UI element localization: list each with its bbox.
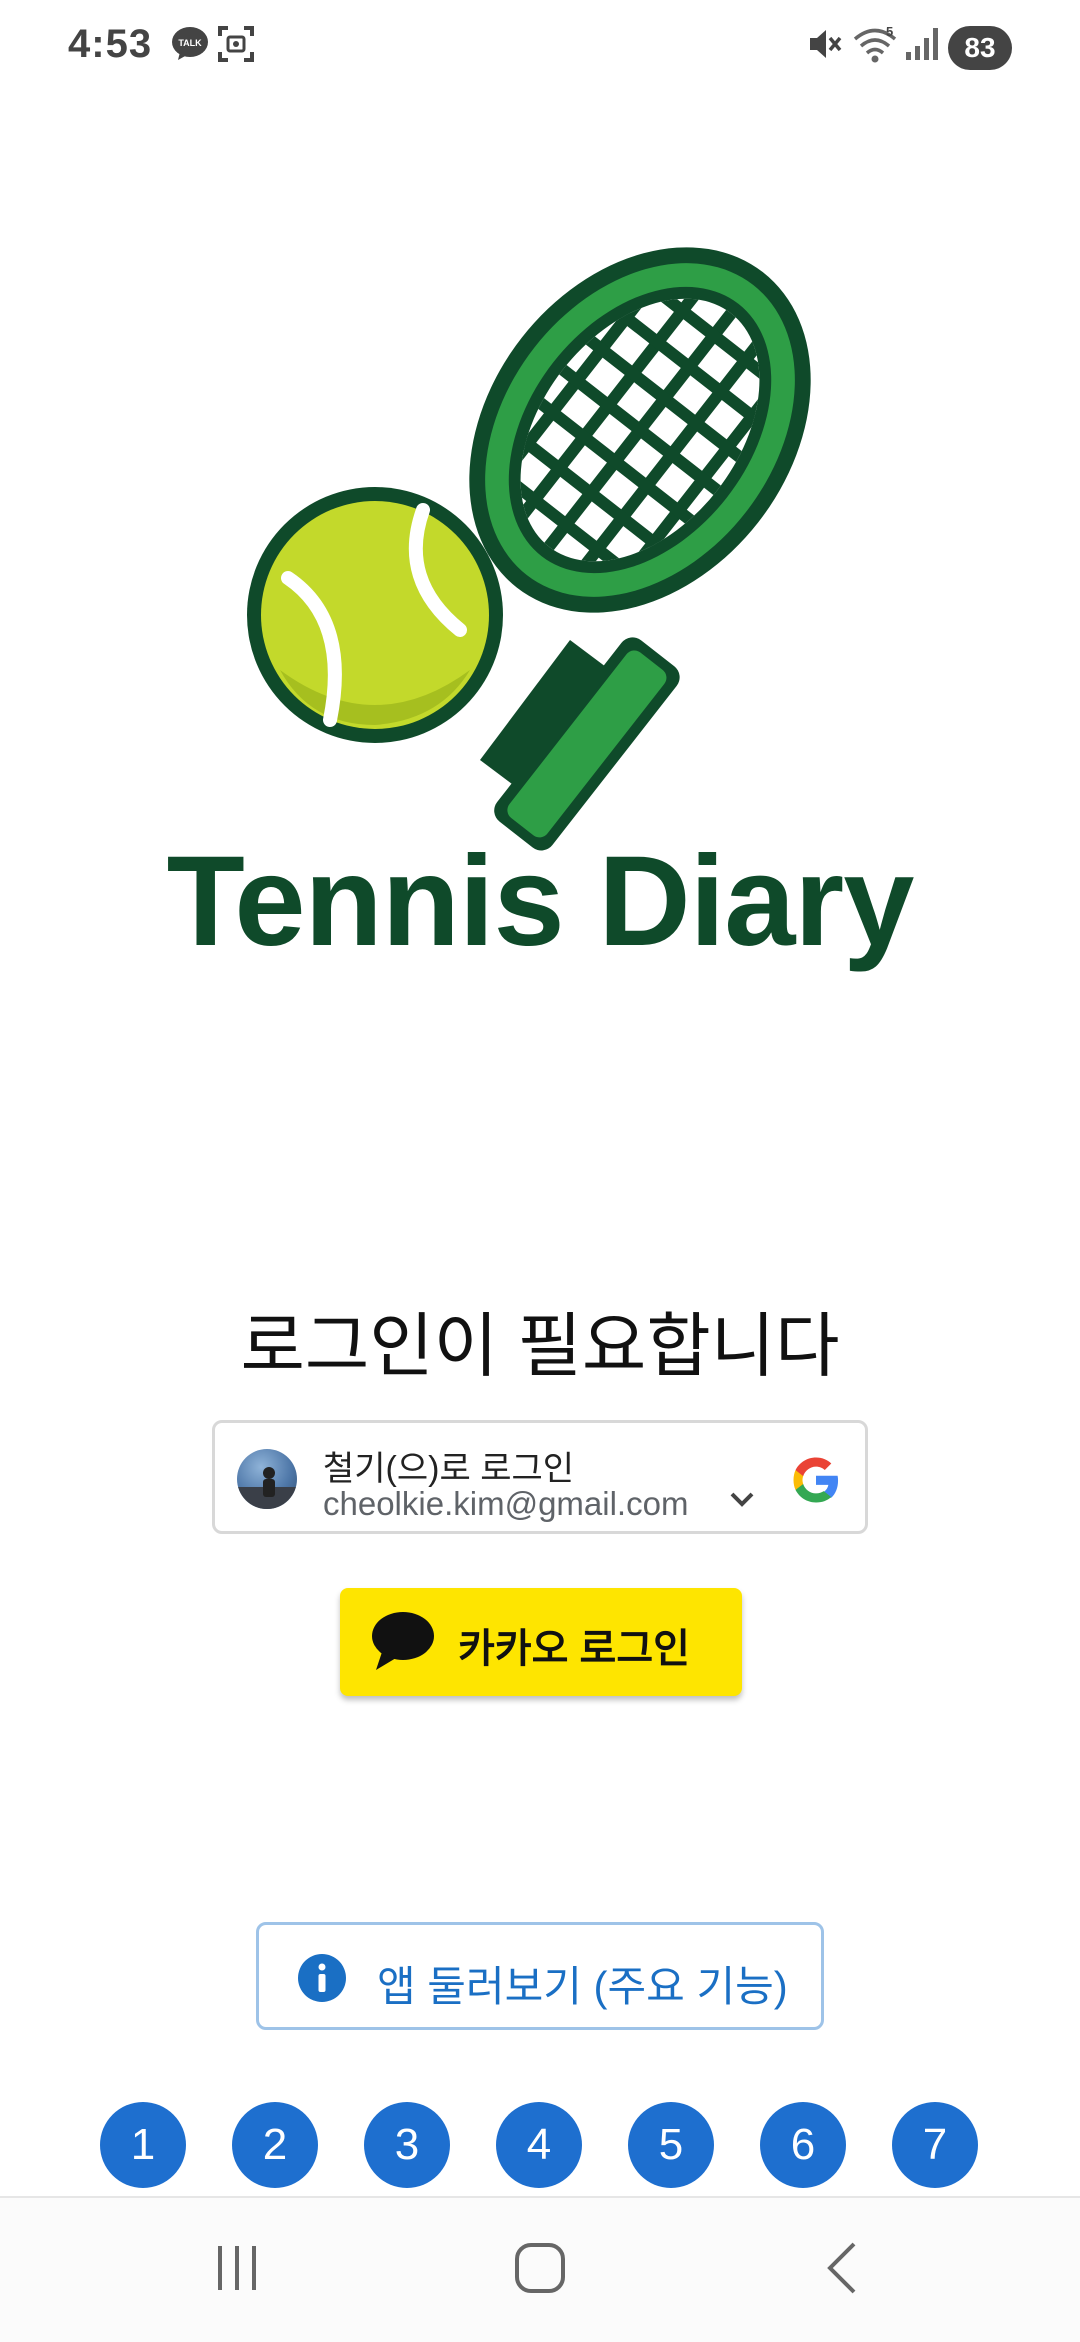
step-1-button[interactable]: 1 (100, 2102, 186, 2188)
kakao-speech-bubble-icon (372, 1612, 434, 1670)
app-tour-button[interactable]: 앱 둘러보기 (주요 기능) (256, 1922, 824, 2030)
step-2-button[interactable]: 2 (232, 2102, 318, 2188)
system-navigation-bar (0, 2196, 1080, 2342)
mute-icon (810, 30, 842, 58)
step-7-button[interactable]: 7 (892, 2102, 978, 2188)
google-signin-button[interactable]: 철기(으)로 로그인 cheolkie.kim@gmail.com (212, 1420, 868, 1534)
google-signin-name: 철기(으)로 로그인 (323, 1450, 575, 1488)
back-icon[interactable] (822, 2240, 862, 2296)
status-bar: 4:53 TALK 5 83 (0, 0, 1080, 96)
wifi-icon: 5 (853, 24, 897, 63)
app-tour-label: 앱 둘러보기 (주요 기능) (377, 1963, 788, 2010)
svg-text:TALK: TALK (178, 38, 202, 48)
screenshot-icon (218, 26, 254, 62)
step-3-button[interactable]: 3 (364, 2102, 450, 2188)
status-time: 4:53 (68, 22, 153, 66)
signal-icon (906, 28, 938, 60)
brand-wordmark: Tennis Diary (166, 830, 915, 973)
step-4-button[interactable]: 4 (496, 2102, 582, 2188)
avatar (237, 1449, 297, 1509)
kakao-login-label: 카카오 로그인 (458, 1627, 690, 1671)
login-required-title: 로그인이 필요합니다 (240, 1307, 840, 1385)
svg-text:5: 5 (886, 24, 893, 39)
home-icon[interactable] (512, 2240, 568, 2296)
kakaotalk-icon: TALK (172, 27, 208, 60)
info-icon (298, 1954, 346, 2002)
step-5-button[interactable]: 5 (628, 2102, 714, 2188)
step-6-button[interactable]: 6 (760, 2102, 846, 2188)
recent-apps-icon[interactable] (212, 2240, 262, 2296)
google-signin-email: cheolkie.kim@gmail.com (323, 1485, 689, 1522)
google-icon (793, 1457, 839, 1503)
battery-indicator: 83 (948, 26, 1012, 70)
kakao-login-button[interactable]: 카카오 로그인 (340, 1588, 742, 1696)
chevron-down-icon[interactable] (729, 1491, 755, 1509)
tour-steps: 1 2 3 4 5 6 7 (100, 2102, 980, 2190)
